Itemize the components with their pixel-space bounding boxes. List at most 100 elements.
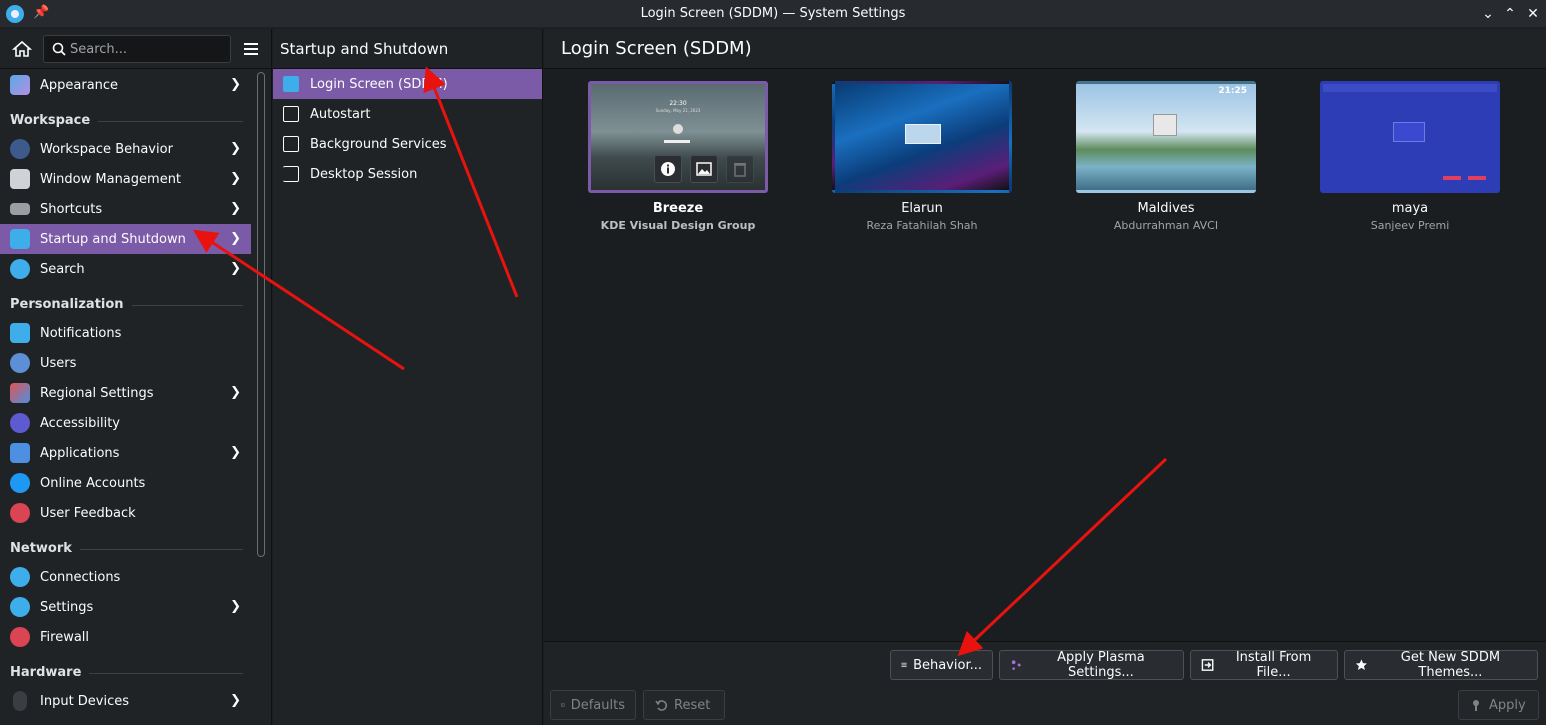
bottom-bar: Behavior... Apply Plasma Settings... Ins…	[544, 641, 1546, 725]
preview-login-box	[1153, 114, 1177, 136]
sidebar-item-label: Shortcuts	[40, 201, 103, 217]
sidebar-item-startup-and-shutdown[interactable]: Startup and Shutdown ❯	[0, 224, 251, 254]
section-divider	[89, 673, 243, 674]
connections-icon	[10, 567, 30, 587]
behavior-button[interactable]: Behavior...	[890, 650, 993, 680]
section-title: Personalization	[10, 297, 124, 312]
apply-plasma-settings-label: Apply Plasma Settings...	[1057, 650, 1145, 680]
subcategory-item-label: Desktop Session	[310, 166, 418, 182]
chevron-right-icon: ❯	[230, 385, 241, 400]
applications-icon	[10, 443, 30, 463]
sidebar-item-appearance[interactable]: Appearance ❯	[0, 70, 251, 100]
defaults-button[interactable]: Defaults	[550, 690, 636, 720]
sidebar-item-connections[interactable]: Connections	[0, 562, 251, 592]
sidebar-item-notifications[interactable]: Notifications	[0, 318, 251, 348]
sidebar-item-search[interactable]: Search ❯	[0, 254, 251, 284]
desktop-session-icon	[283, 166, 299, 182]
sidebar-item-label: Accessibility	[40, 415, 120, 431]
sidebar-item-input-devices[interactable]: Input Devices ❯	[0, 686, 251, 716]
appearance-icon	[10, 75, 30, 95]
delete-theme-button[interactable]	[726, 155, 754, 183]
sidebar-item-firewall[interactable]: Firewall	[0, 622, 251, 652]
theme-card-maldives[interactable]: 21:25 Maldives Abdurrahman AVCI	[1075, 81, 1257, 232]
install-from-file-label: Install From File...	[1235, 650, 1312, 680]
home-icon[interactable]	[10, 39, 34, 59]
preview-avatar	[673, 124, 683, 134]
preview-login-box	[905, 124, 941, 144]
mouse-icon	[13, 691, 27, 711]
theme-card-maya[interactable]: maya Sanjeev Premi	[1319, 81, 1501, 232]
subcategory-panel: Startup and Shutdown Login Screen (SDDM)…	[273, 29, 543, 725]
subcategory-item-label: Login Screen (SDDM)	[310, 76, 448, 92]
theme-preview-elarun	[832, 81, 1012, 193]
section-hardware: Hardware	[0, 652, 251, 686]
subcategory-item-background-services[interactable]: Background Services	[273, 129, 542, 159]
sidebar-item-regional-settings[interactable]: Regional Settings ❯	[0, 378, 251, 408]
sidebar-item-label: Startup and Shutdown	[40, 231, 186, 247]
search-field[interactable]	[43, 35, 231, 63]
theme-name: maya	[1391, 201, 1429, 216]
chevron-right-icon: ❯	[230, 261, 241, 276]
feedback-icon	[10, 503, 30, 523]
sidebar-item-label: Firewall	[40, 629, 90, 645]
chevron-right-icon: ❯	[230, 171, 241, 186]
chevron-right-icon: ❯	[230, 693, 241, 708]
sidebar-item-label: Workspace Behavior	[40, 141, 173, 157]
preview-clock: 21:25	[1218, 86, 1247, 96]
minimize-button[interactable]: ⌄	[1478, 4, 1498, 24]
subcategory-item-autostart[interactable]: Autostart	[273, 99, 542, 129]
get-new-sddm-themes-label: Get New SDDM Themes...	[1400, 650, 1501, 680]
theme-name: Elarun	[901, 201, 943, 216]
sidebar-item-label: Window Management	[40, 171, 182, 187]
sidebar-item-label: Online Accounts	[40, 475, 146, 491]
cloud-icon	[10, 473, 30, 493]
apply-plasma-settings-button[interactable]: Apply Plasma Settings...	[999, 650, 1184, 680]
close-button[interactable]: ✕	[1523, 4, 1543, 24]
sidebar-item-applications[interactable]: Applications ❯	[0, 438, 251, 468]
sidebar-item-users[interactable]: Users	[0, 348, 251, 378]
install-from-file-button[interactable]: Install From File...	[1190, 650, 1338, 680]
theme-card-elarun[interactable]: Elarun Reza Fatahilah Shah	[831, 81, 1013, 232]
list-icon	[901, 662, 907, 667]
install-icon	[1201, 659, 1214, 671]
theme-author: KDE Visual Design Group	[600, 219, 756, 232]
undo-icon	[655, 700, 667, 711]
sidebar-item-label: Settings	[40, 599, 94, 615]
maximize-button[interactable]: ⌃	[1500, 4, 1520, 24]
sidebar-item-online-accounts[interactable]: Online Accounts	[0, 468, 251, 498]
sidebar-item-workspace-behavior[interactable]: Workspace Behavior ❯	[0, 134, 251, 164]
sidebar-item-label: Regional Settings	[40, 385, 154, 401]
search-input[interactable]	[70, 40, 225, 58]
behavior-button-label: Behavior...	[913, 657, 982, 673]
reset-button[interactable]: Reset	[643, 690, 725, 720]
theme-author: Abdurrahman AVCI	[1113, 219, 1219, 232]
sidebar-item-user-feedback[interactable]: User Feedback	[0, 498, 251, 528]
regional-settings-icon	[10, 383, 30, 403]
hamburger-menu-icon[interactable]	[243, 41, 259, 57]
get-new-sddm-themes-button[interactable]: Get New SDDM Themes...	[1344, 650, 1538, 680]
info-button[interactable]	[654, 155, 682, 183]
search-icon	[52, 42, 66, 56]
sidebar-item-shortcuts[interactable]: Shortcuts ❯	[0, 194, 251, 224]
sidebar-item-network-settings[interactable]: Settings ❯	[0, 592, 251, 622]
sidebar-item-label: Applications	[40, 445, 120, 461]
subcategory-item-label: Background Services	[310, 136, 447, 152]
sidebar-item-window-management[interactable]: Window Management ❯	[0, 164, 251, 194]
preview-password-field	[664, 140, 690, 143]
sidebar-item-accessibility[interactable]: Accessibility	[0, 408, 251, 438]
chevron-right-icon: ❯	[230, 201, 241, 216]
subcategory-item-login-screen[interactable]: Login Screen (SDDM)	[273, 69, 542, 99]
apply-button[interactable]: Apply	[1458, 690, 1539, 720]
sidebar-item-label: User Feedback	[40, 505, 136, 521]
preview-topbar	[1323, 84, 1497, 92]
sidebar-item-label: Notifications	[40, 325, 122, 341]
section-title: Workspace	[10, 113, 91, 128]
startup-shutdown-icon	[10, 229, 30, 249]
subcategory-item-desktop-session[interactable]: Desktop Session	[273, 159, 542, 189]
change-background-button[interactable]	[690, 155, 718, 183]
theme-card-breeze[interactable]: 22:30 Sunday, May 21, 2023 Breeze KDE Vi…	[587, 81, 769, 232]
theme-author: Reza Fatahilah Shah	[866, 219, 978, 232]
users-icon	[10, 353, 30, 373]
sidebar-scrollbar[interactable]	[257, 72, 265, 557]
preview-login-box	[1393, 122, 1425, 142]
